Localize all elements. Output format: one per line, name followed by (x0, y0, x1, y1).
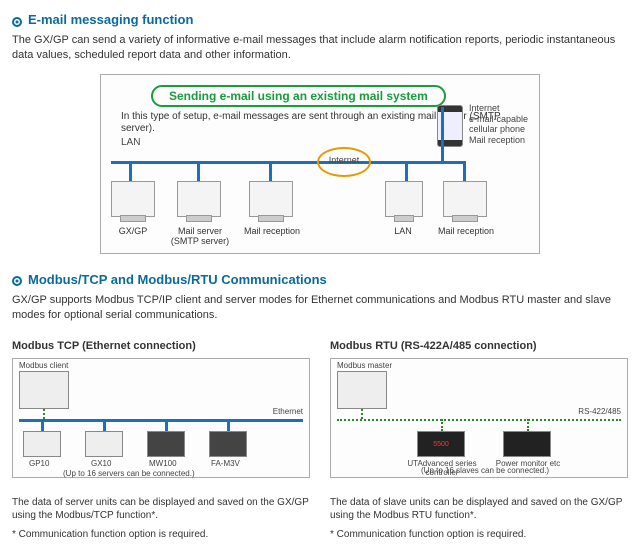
label-mw100: MW100 (149, 459, 177, 468)
d4 (227, 419, 230, 431)
d2 (103, 419, 106, 431)
section-modbus-title: Modbus/TCP and Modbus/RTU Communications (28, 272, 327, 287)
device-gx10 (85, 431, 123, 457)
label-gxgp: GX/GP (111, 227, 155, 237)
label-modbus-master: Modbus master (337, 361, 392, 370)
d1 (41, 419, 44, 431)
device-mailrecept1 (249, 181, 293, 217)
modbus-rtu-diagram: Modbus master RS-422/485 5500 UTAdvanced… (330, 358, 628, 478)
diagram-banner: Sending e-mail using an existing mail sy… (151, 85, 446, 107)
dr2 (527, 419, 529, 431)
label-ethernet: Ethernet (273, 407, 303, 416)
device-mailserver (177, 181, 221, 217)
label-gx10: GX10 (91, 459, 111, 468)
modbus-tcp-diagram: Modbus client Ethernet GP10 GX10 MW100 F… (12, 358, 310, 478)
diagram-subtext: In this type of setup, e-mail messages a… (121, 111, 529, 135)
modbus-intro: GX/GP supports Modbus TCP/IP client and … (12, 293, 628, 324)
internet-cloud: Internet (317, 147, 371, 177)
label-tcp-caption: (Up to 16 servers can be connected.) (63, 469, 195, 478)
section-email-header: E-mail messaging function (12, 12, 628, 27)
device-lan-router (385, 181, 423, 217)
lan-line-right (405, 161, 465, 164)
device-mailrecept2 (443, 181, 487, 217)
device-fam3v (209, 431, 247, 457)
master-device-icon (337, 371, 387, 409)
network-row: Internet GX/GP Mail server (SMTP server)… (111, 153, 529, 243)
client-device-icon (19, 371, 69, 409)
device-mw100 (147, 431, 185, 457)
client-drop (43, 409, 45, 419)
rtu-foot1: The data of slave units can be displayed… (330, 496, 628, 522)
device-gxgp (111, 181, 155, 217)
modbus-rtu-header: Modbus RTU (RS-422A/485 connection) (330, 340, 628, 352)
modbus-rtu-col: Modbus RTU (RS-422A/485 connection) Modb… (330, 334, 628, 541)
section-modbus-header: Modbus/TCP and Modbus/RTU Communications (12, 272, 628, 287)
link-internet (369, 161, 405, 164)
label-modbus-client: Modbus client (19, 361, 68, 370)
modbus-tcp-col: Modbus TCP (Ethernet connection) Modbus … (12, 334, 310, 541)
label-lan: LAN (381, 227, 425, 237)
label-gp10: GP10 (29, 459, 49, 468)
dr1 (441, 419, 443, 431)
bullet-icon (12, 274, 22, 284)
modbus-tcp-header: Modbus TCP (Ethernet connection) (12, 340, 310, 352)
rs485-line (337, 419, 621, 421)
drop-4 (405, 161, 408, 181)
device-uta: 5500 (417, 431, 465, 457)
label-rs485: RS-422/485 (578, 407, 621, 416)
label-mailrecept1: Mail reception (237, 227, 307, 237)
modbus-columns: Modbus TCP (Ethernet connection) Modbus … (12, 334, 628, 541)
label-fam3v: FA-M3V (211, 459, 240, 468)
phone-caption: Internet e-mail-capable cellular phone M… (469, 103, 533, 146)
label-mailrecept2: Mail reception (431, 227, 501, 237)
device-gp10 (23, 431, 61, 457)
bullet-icon (12, 15, 22, 25)
email-diagram: Sending e-mail using an existing mail sy… (100, 74, 540, 254)
email-intro: The GX/GP can send a variety of informat… (12, 33, 628, 64)
drop-3 (269, 161, 272, 181)
master-drop (361, 409, 363, 419)
section-email-title: E-mail messaging function (28, 12, 193, 27)
drop-2 (197, 161, 200, 181)
drop-phone (441, 107, 444, 161)
d3 (165, 419, 168, 431)
drop-5 (463, 161, 466, 181)
device-pmon (503, 431, 551, 457)
tcp-foot1: The data of server units can be displaye… (12, 496, 310, 522)
ethernet-line (19, 419, 303, 422)
label-rtu-caption: (Up to 16 slaves can be connected.) (421, 466, 549, 475)
diagram-lan-label: LAN (121, 137, 529, 148)
label-mailserver: Mail server (SMTP server) (165, 227, 235, 247)
drop-1 (129, 161, 132, 181)
